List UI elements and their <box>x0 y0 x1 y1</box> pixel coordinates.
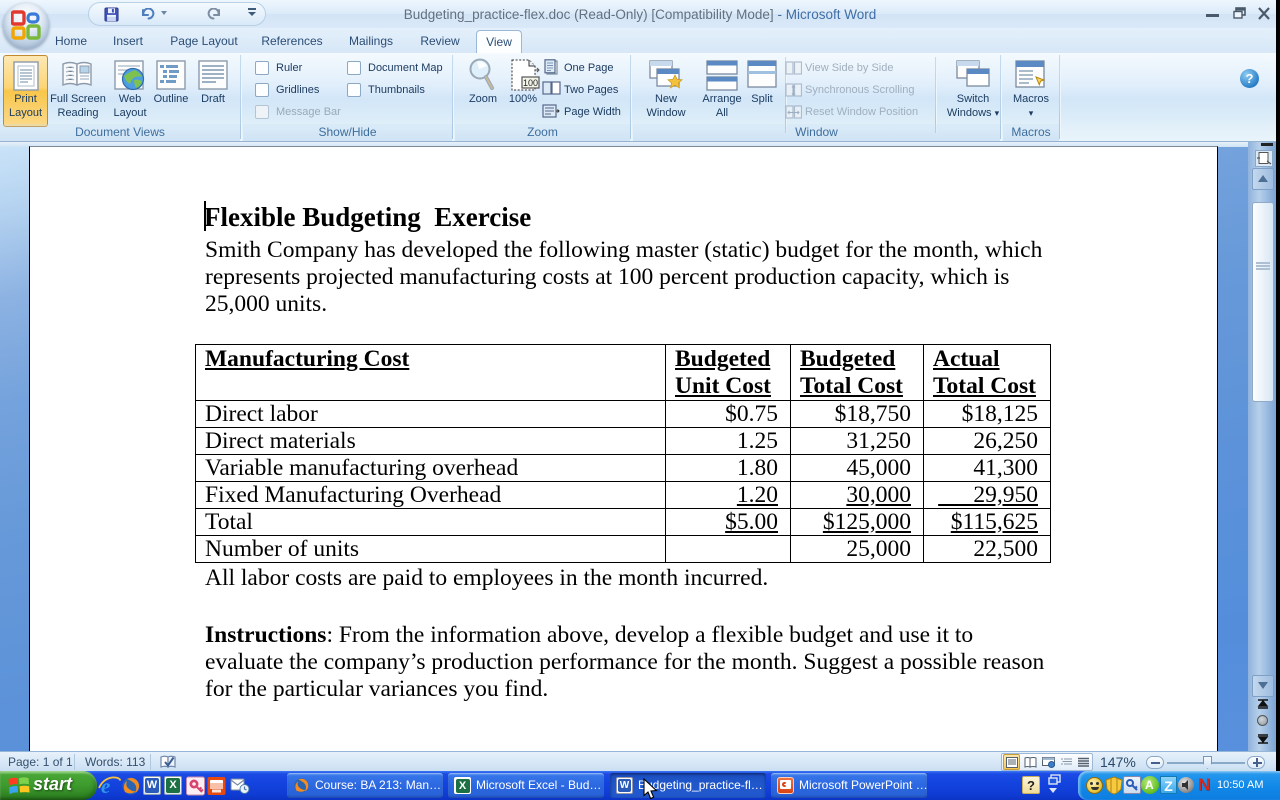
svg-text:100: 100 <box>523 78 538 88</box>
